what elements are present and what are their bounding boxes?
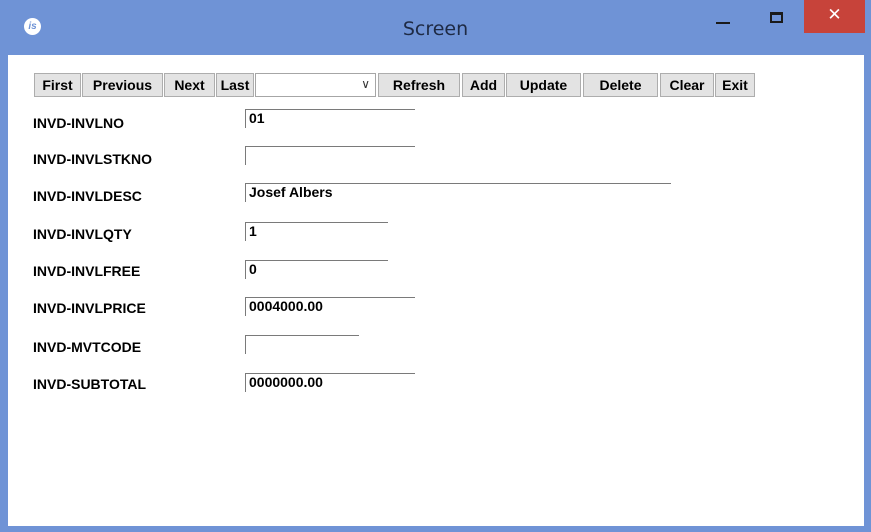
field-label-invlstkno: INVD-INVLSTKNO bbox=[33, 151, 152, 167]
form-area: First Previous Next Last ∨ Refresh Add U… bbox=[8, 55, 864, 526]
field-label-invlfree: INVD-INVLFREE bbox=[33, 263, 141, 279]
app-window: is Screen ✕ First Previous Next Last ∨ R… bbox=[0, 0, 871, 532]
close-button[interactable]: ✕ bbox=[804, 0, 865, 33]
field-label-invldesc: INVD-INVLDESC bbox=[33, 188, 142, 204]
field-label-invlqty: INVD-INVLQTY bbox=[33, 226, 132, 242]
invldesc-field[interactable]: Josef Albers bbox=[245, 183, 671, 202]
field-label-invlprice: INVD-INVLPRICE bbox=[33, 300, 146, 316]
clear-button[interactable]: Clear bbox=[660, 73, 714, 97]
invlqty-field[interactable]: 1 bbox=[245, 222, 388, 241]
field-label-mvtcode: INVD-MVTCODE bbox=[33, 339, 142, 355]
maximize-icon bbox=[770, 12, 783, 23]
maximize-button[interactable] bbox=[757, 0, 797, 35]
delete-button[interactable]: Delete bbox=[583, 73, 658, 97]
close-icon: ✕ bbox=[827, 5, 842, 25]
invlfree-field[interactable]: 0 bbox=[245, 260, 388, 279]
add-button[interactable]: Add bbox=[462, 73, 505, 97]
field-label-invlno: INVD-INVLNO bbox=[33, 115, 124, 131]
invlno-field[interactable]: 01 bbox=[245, 109, 415, 128]
exit-button[interactable]: Exit bbox=[715, 73, 755, 97]
invlprice-field[interactable]: 0004000.00 bbox=[245, 297, 415, 316]
next-button[interactable]: Next bbox=[164, 73, 215, 97]
minimize-icon bbox=[716, 22, 730, 24]
update-button[interactable]: Update bbox=[506, 73, 581, 97]
invlstkno-field[interactable] bbox=[245, 146, 415, 165]
chevron-down-icon[interactable]: ∨ bbox=[361, 77, 370, 91]
title-bar[interactable]: is Screen ✕ bbox=[0, 0, 871, 55]
mvtcode-field[interactable] bbox=[245, 335, 359, 354]
field-label-subtotal: INVD-SUBTOTAL bbox=[33, 376, 147, 392]
last-button[interactable]: Last bbox=[216, 73, 254, 97]
refresh-button[interactable]: Refresh bbox=[378, 73, 460, 97]
minimize-button[interactable] bbox=[702, 0, 742, 35]
subtotal-field[interactable]: 0000000.00 bbox=[245, 373, 415, 392]
record-select[interactable]: ∨ bbox=[255, 73, 376, 97]
previous-button[interactable]: Previous bbox=[82, 73, 163, 97]
first-button[interactable]: First bbox=[34, 73, 81, 97]
